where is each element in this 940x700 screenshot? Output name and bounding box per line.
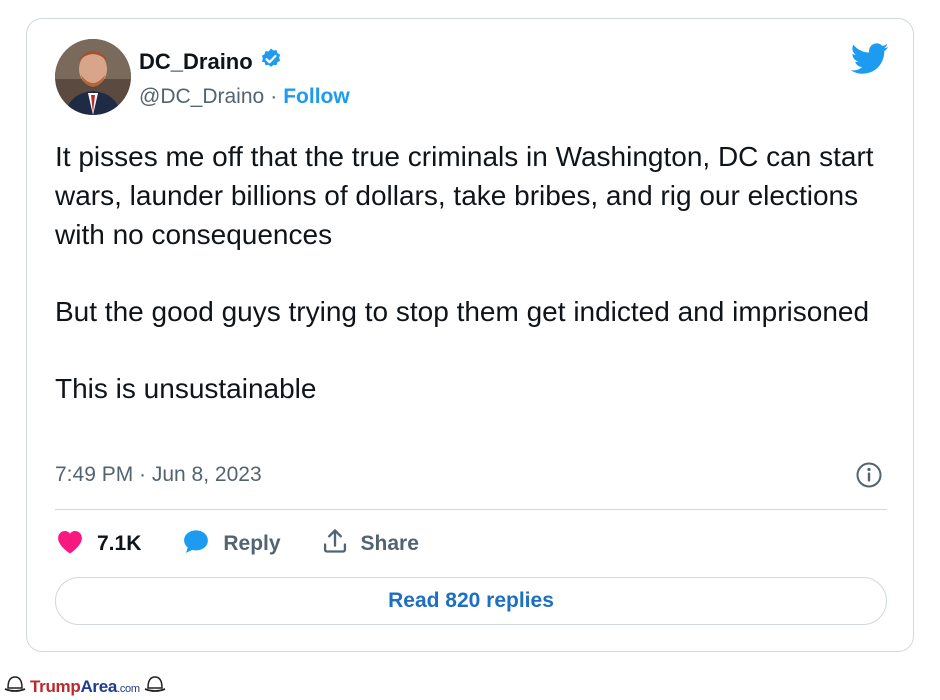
author-name-row: DC_Draino — [139, 47, 283, 76]
tweet-body: It pisses me off that the true criminals… — [55, 137, 885, 446]
twitter-bird-icon[interactable] — [850, 43, 889, 80]
like-count: 7.1K — [97, 532, 142, 555]
tweet-paragraph: It pisses me off that the true criminals… — [55, 141, 874, 250]
hat-icon — [144, 674, 166, 699]
watermark-brand: TrumpArea.com — [30, 677, 140, 697]
watermark-brand-suffix: .com — [117, 682, 140, 695]
tweet-timestamp[interactable]: 7:49 PM · Jun 8, 2023 — [55, 463, 262, 487]
like-button[interactable]: 7.1K — [55, 527, 141, 561]
tweet-card: DC_Draino @DC_Draino · Follow It pisses … — [26, 18, 914, 652]
follow-button[interactable]: Follow — [283, 85, 350, 109]
share-button[interactable]: Share — [321, 527, 419, 561]
action-bar: 7.1K Reply Share — [55, 527, 459, 561]
reply-button[interactable]: Reply — [181, 527, 281, 561]
user-handle[interactable]: @DC_Draino — [139, 85, 264, 109]
share-upload-icon — [321, 527, 349, 561]
display-name[interactable]: DC_Draino — [139, 49, 253, 75]
share-label: Share — [360, 532, 419, 555]
read-replies-button[interactable]: Read 820 replies — [55, 577, 887, 625]
tweet-paragraph: This is unsustainable — [55, 373, 317, 404]
reply-label: Reply — [223, 532, 281, 555]
watermark: TrumpArea.com — [4, 674, 166, 699]
heart-icon — [55, 527, 85, 561]
watermark-brand-part2: Area — [80, 676, 118, 696]
handle-row: @DC_Draino · Follow — [139, 85, 350, 109]
handle-separator: · — [270, 85, 278, 108]
divider — [55, 509, 887, 510]
verified-badge-icon — [259, 47, 283, 76]
watermark-brand-part1: Trump — [30, 676, 81, 696]
hat-icon — [4, 674, 26, 699]
info-icon[interactable] — [855, 461, 883, 494]
avatar[interactable] — [55, 39, 131, 115]
reply-bubble-icon — [181, 527, 211, 561]
tweet-paragraph: But the good guys trying to stop them ge… — [55, 296, 870, 327]
